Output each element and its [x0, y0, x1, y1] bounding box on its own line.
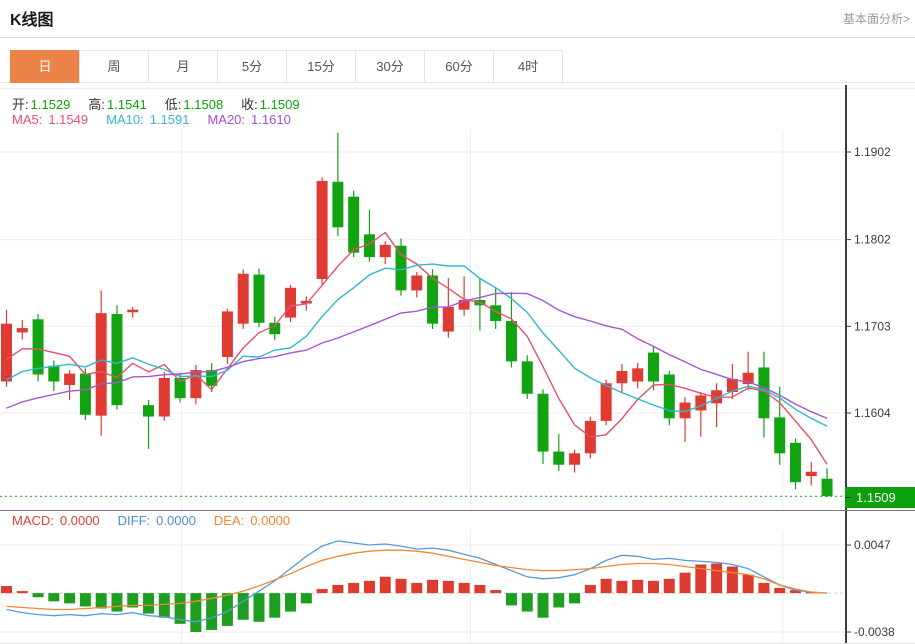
tab-day[interactable]: 日	[10, 50, 80, 83]
tab-week[interactable]: 周	[79, 50, 149, 83]
svg-text:1.1902: 1.1902	[854, 145, 891, 159]
ma-legend: MA5:1.1549 MA10:1.1591 MA20:1.1610	[12, 112, 291, 127]
tab-month[interactable]: 月	[148, 50, 218, 83]
macd-legend-macd: MACD:0.0000	[12, 513, 100, 528]
macd-y-axis-labels: 0.0047 -0.0038	[845, 538, 895, 639]
ohlc-legend-open: 开:1.1529	[12, 94, 70, 113]
macd-legend-diff: DIFF:0.0000	[118, 513, 196, 528]
header-divider	[0, 37, 915, 38]
svg-text:1.1802: 1.1802	[854, 233, 891, 247]
price-axis-line	[845, 85, 847, 643]
interval-tabbar: 日周月5分15分30分60分4时	[0, 50, 915, 83]
svg-text:0.0047: 0.0047	[854, 538, 891, 552]
ohlc-legend-high: 高:1.1541	[88, 94, 146, 113]
macd-histogram	[1, 563, 817, 632]
page-title: K线图	[10, 6, 54, 30]
svg-text:1.1604: 1.1604	[854, 406, 891, 420]
svg-text:-0.0038: -0.0038	[854, 625, 895, 639]
fundamental-analysis-link[interactable]: 基本面分析>	[843, 10, 910, 27]
macd-legend: MACD:0.0000 DIFF:0.0000 DEA:0.0000	[12, 513, 290, 528]
kline-widget: K线图 基本面分析> 日周月5分15分30分60分4时 开:1.1529 高:1.…	[0, 0, 915, 644]
price-tag-tick-icon	[845, 497, 851, 498]
ma-line-ma5	[7, 233, 828, 465]
tab-15min[interactable]: 15分	[286, 50, 356, 83]
ma-legend-ma10: MA10:1.1591	[106, 112, 189, 127]
candles	[1, 133, 833, 497]
macd-legend-dea: DEA:0.0000	[214, 513, 290, 528]
ohlc-legend: 开:1.1529 高:1.1541 低:1.1508 收:1.1509	[12, 94, 300, 113]
tab-4hour[interactable]: 4时	[493, 50, 563, 83]
ohlc-legend-close: 收:1.1509	[241, 94, 299, 113]
current-price-value: 1.1509	[856, 490, 896, 505]
current-price-tag: 1.1509	[845, 487, 915, 508]
svg-text:1.1703: 1.1703	[854, 319, 891, 333]
ma-lines	[7, 233, 828, 465]
tab-30min[interactable]: 30分	[355, 50, 425, 83]
tab-60min[interactable]: 60分	[424, 50, 494, 83]
ohlc-legend-low: 低:1.1508	[165, 94, 223, 113]
ma-legend-ma5: MA5:1.1549	[12, 112, 88, 127]
ma-legend-ma20: MA20:1.1610	[207, 112, 290, 127]
tab-5min[interactable]: 5分	[217, 50, 287, 83]
panel-divider	[0, 510, 915, 511]
macd-chart[interactable]: 0.0047 -0.0038	[0, 530, 915, 644]
candlestick-chart[interactable]: 1.1902 1.1802 1.1703 1.1604	[0, 130, 915, 510]
chart-top-border	[0, 88, 915, 89]
main-gridlines	[0, 130, 845, 510]
main-y-axis-labels: 1.1902 1.1802 1.1703 1.1604	[845, 145, 891, 420]
